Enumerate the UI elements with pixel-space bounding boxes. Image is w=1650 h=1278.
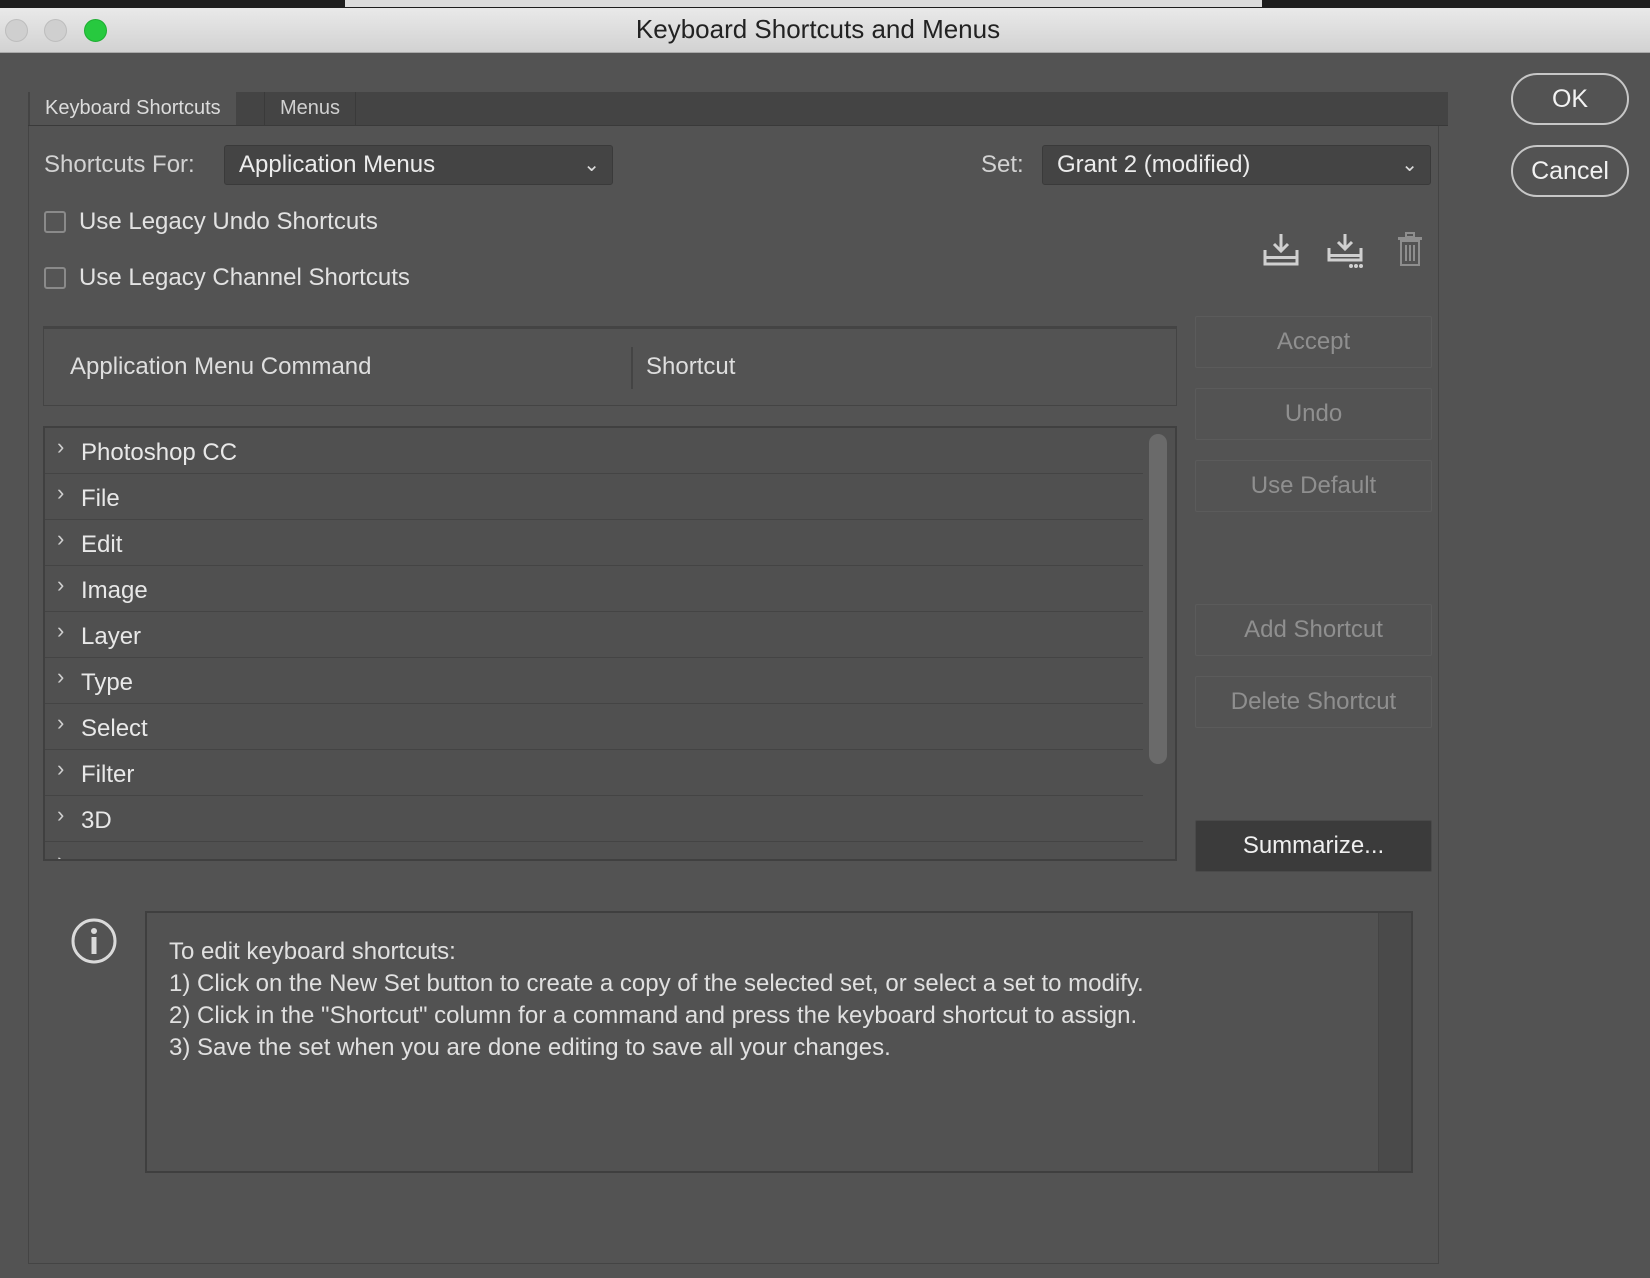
set-select[interactable]: Grant 2 (modified) ⌄ <box>1042 145 1431 185</box>
column-command[interactable]: Application Menu Command <box>70 353 372 381</box>
info-box: To edit keyboard shortcuts: 1) Click on … <box>145 911 1413 1173</box>
title-bar: Keyboard Shortcuts and Menus <box>0 8 1650 53</box>
tree-row-label: Filter <box>81 761 135 788</box>
save-set-as-icon[interactable] <box>1325 230 1365 270</box>
tree-row-label: Select <box>81 715 148 742</box>
shortcuts-for-value: Application Menus <box>239 151 436 178</box>
undo-button[interactable]: Undo <box>1195 388 1432 440</box>
tree-row-label: Image <box>81 577 148 604</box>
tree-row-layer[interactable]: › Layer <box>45 612 1143 658</box>
legacy-channel-label: Use Legacy Channel Shortcuts <box>79 264 410 291</box>
info-scrollbar-rail[interactable] <box>1378 913 1411 1171</box>
summarize-button[interactable]: Summarize... <box>1195 820 1432 872</box>
chevron-right-icon[interactable]: › <box>57 802 64 828</box>
tab-keyboard-shortcuts[interactable]: Keyboard Shortcuts <box>30 92 236 125</box>
add-shortcut-button[interactable]: Add Shortcut <box>1195 604 1432 656</box>
tree-row-image[interactable]: › Image <box>45 566 1143 612</box>
tree-row-select[interactable]: › Select <box>45 704 1143 750</box>
chevron-right-icon[interactable]: › <box>57 618 64 644</box>
tree-row-type[interactable]: › Type <box>45 658 1143 704</box>
set-value: Grant 2 (modified) <box>1057 151 1251 178</box>
tab-menus[interactable]: Menus <box>264 92 357 125</box>
info-icon <box>71 918 117 964</box>
cancel-button[interactable]: Cancel <box>1511 145 1629 197</box>
chevron-right-icon[interactable]: › <box>57 572 64 598</box>
tree-row-3d[interactable]: › 3D <box>45 796 1143 842</box>
tree-row-label: File <box>81 485 120 512</box>
tree-row-label: Photoshop CC <box>81 439 238 466</box>
info-line: 3) Save the set when you are done editin… <box>169 1034 891 1061</box>
info-line: To edit keyboard shortcuts: <box>169 938 456 965</box>
legacy-undo-label: Use Legacy Undo Shortcuts <box>79 208 378 235</box>
table-header: Application Menu Command Shortcut <box>43 326 1177 406</box>
chevron-right-icon[interactable]: › <box>57 480 64 506</box>
legacy-channel-checkbox[interactable] <box>44 267 66 289</box>
legacy-undo-checkbox[interactable] <box>44 211 66 233</box>
delete-set-icon[interactable] <box>1390 230 1430 270</box>
info-line: 1) Click on the New Set button to create… <box>169 970 1144 997</box>
shortcuts-for-label: Shortcuts For: <box>44 151 195 178</box>
chevron-right-icon[interactable]: › <box>57 434 64 460</box>
tree-row-label: Type <box>81 669 134 696</box>
window-title: Keyboard Shortcuts and Menus <box>635 14 1001 44</box>
chevron-down-icon: ⌄ <box>583 154 600 176</box>
column-divider <box>631 347 633 389</box>
use-default-button[interactable]: Use Default <box>1195 460 1432 512</box>
tree-row-label: 3D <box>81 807 112 834</box>
tab-bar: Keyboard Shortcuts Menus <box>28 92 1448 126</box>
accept-button[interactable]: Accept <box>1195 316 1432 368</box>
command-tree: › Photoshop CC › File › Edit › Image › L… <box>43 426 1177 861</box>
save-set-icon[interactable] <box>1261 230 1301 270</box>
chevron-down-icon: ⌄ <box>1401 154 1418 176</box>
info-line: 2) Click in the "Shortcut" column for a … <box>169 1002 1138 1029</box>
shortcuts-for-select[interactable]: Application Menus ⌄ <box>224 145 613 185</box>
chevron-right-icon[interactable]: › <box>57 664 64 690</box>
tree-row-file[interactable]: › File <box>45 474 1143 520</box>
tree-row-label: Layer <box>81 623 142 650</box>
chevron-right-icon[interactable]: › <box>57 848 64 859</box>
ok-button[interactable]: OK <box>1511 73 1629 125</box>
tree-row-label: Edit <box>81 531 123 558</box>
background-window-strip <box>345 0 1262 7</box>
tree-row-partial[interactable]: › <box>45 842 1143 859</box>
chevron-right-icon[interactable]: › <box>57 756 64 782</box>
set-label: Set: <box>981 151 1024 178</box>
top-strip <box>0 0 1650 8</box>
column-shortcut[interactable]: Shortcut <box>646 353 735 381</box>
tree-row-edit[interactable]: › Edit <box>45 520 1143 566</box>
chevron-right-icon[interactable]: › <box>57 710 64 736</box>
delete-shortcut-button[interactable]: Delete Shortcut <box>1195 676 1432 728</box>
tree-scrollbar[interactable] <box>1149 434 1167 764</box>
tree-row-filter[interactable]: › Filter <box>45 750 1143 796</box>
chevron-right-icon[interactable]: › <box>57 526 64 552</box>
tree-row-photoshop[interactable]: › Photoshop CC <box>45 428 1143 474</box>
